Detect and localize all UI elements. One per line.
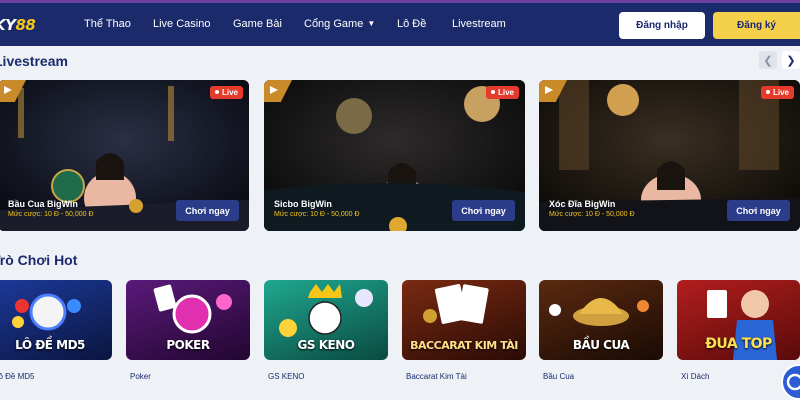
hot-game-card-bau-cua[interactable]: BẦU CUA — [539, 280, 663, 360]
hot-game-image-title: LÔ ĐỀ MD5 — [15, 338, 85, 352]
login-button[interactable]: Đăng nhập — [619, 12, 705, 39]
live-badge-text: Live — [221, 88, 238, 97]
live-card-sicbo[interactable]: Live Sicbo BigWin Mức cược: 10 Đ - 50,00… — [264, 80, 525, 231]
hot-game-label[interactable]: Xì Dách — [681, 372, 709, 381]
live-card-bau-cua[interactable]: Live Bầu Cua BigWin Mức cược: 10 Đ - 50,… — [0, 80, 249, 231]
live-bet-range: Mức cược: 10 Đ - 50,000 Đ — [549, 211, 635, 218]
live-badge: Live — [209, 86, 243, 99]
play-provider-icon — [270, 86, 278, 94]
livestream-section-title: Livestream — [0, 53, 68, 69]
live-game-name: Bầu Cua BigWin — [8, 199, 78, 209]
chevron-right-icon: ❯ — [786, 54, 796, 67]
hot-game-card-xi-dach[interactable]: ĐUA TOP — [677, 280, 800, 360]
chat-bubble-icon — [786, 373, 800, 391]
hot-games-section-title: Trò Chơi Hot — [0, 252, 78, 268]
live-badge: Live — [485, 86, 519, 99]
chat-support-button[interactable] — [781, 364, 800, 400]
live-bet-range: Mức cược: 10 Đ - 50,000 Đ — [274, 211, 360, 218]
play-provider-icon — [545, 86, 553, 94]
hot-game-image-title: BACCARAT KIM TÀI — [410, 339, 518, 352]
live-card-xoc-dia[interactable]: Live Xóc Đĩa BigWin Mức cược: 10 Đ - 50,… — [539, 80, 800, 231]
hot-game-label[interactable]: Poker — [130, 372, 151, 381]
live-badge-text: Live — [772, 88, 789, 97]
hot-game-card-gs-keno[interactable]: GS KENO — [264, 280, 388, 360]
live-game-name: Sicbo BigWin — [274, 199, 332, 209]
nav-item-game-portal[interactable]: Cổng Game ▼ — [304, 18, 375, 30]
play-now-button[interactable]: Chơi ngay — [176, 200, 239, 221]
hot-game-image-title: ĐUA TOP — [705, 336, 772, 352]
nav-item-livestream[interactable]: Livestream — [452, 18, 506, 30]
hot-game-image-title: BẦU CUA — [572, 338, 630, 352]
chevron-down-icon: ▼ — [367, 19, 376, 28]
hot-game-label[interactable]: GS KENO — [268, 372, 304, 381]
play-provider-icon — [4, 86, 12, 94]
live-badge: Live — [760, 86, 794, 99]
prev-arrow-button[interactable]: ❮ — [759, 51, 777, 69]
hot-game-card-poker[interactable]: POKER — [126, 280, 250, 360]
live-badge-text: Live — [497, 88, 514, 97]
logo-prefix: KY — [0, 16, 16, 34]
site-logo[interactable]: KY88 — [0, 8, 36, 42]
register-button[interactable]: Đăng ký — [713, 12, 800, 39]
nav-item-live-casino[interactable]: Live Casino — [153, 18, 210, 30]
logo-number: 88 — [15, 16, 36, 34]
nav-item-game-portal-label: Cổng Game — [304, 18, 364, 30]
hot-game-image-title: GS KENO — [297, 338, 355, 352]
play-now-button[interactable]: Chơi ngay — [452, 200, 515, 221]
hot-game-label[interactable]: Bầu Cua — [543, 372, 574, 381]
hot-game-image-title: POKER — [166, 338, 210, 352]
chevron-left-icon: ❮ — [763, 54, 773, 67]
top-header: KY88 Thể Thao Live Casino Game Bài Cổng … — [0, 0, 800, 46]
nav-item-sports[interactable]: Thể Thao — [84, 18, 131, 30]
nav-item-card-games[interactable]: Game Bài — [233, 18, 282, 30]
live-bet-range: Mức cược: 10 Đ - 50,000 Đ — [8, 211, 94, 218]
hot-game-label[interactable]: Lô Đề MD5 — [0, 372, 34, 381]
play-now-button[interactable]: Chơi ngay — [727, 200, 790, 221]
hot-game-label[interactable]: Baccarat Kim Tài — [406, 372, 467, 381]
hot-game-card-baccarat[interactable]: BACCARAT KIM TÀI — [402, 280, 526, 360]
next-arrow-button[interactable]: ❯ — [782, 51, 800, 69]
hot-game-card-lo-de-md5[interactable]: LÔ ĐỀ MD5 — [0, 280, 112, 360]
nav-item-lottery[interactable]: Lô Đề — [397, 18, 426, 30]
live-game-name: Xóc Đĩa BigWin — [549, 199, 616, 209]
